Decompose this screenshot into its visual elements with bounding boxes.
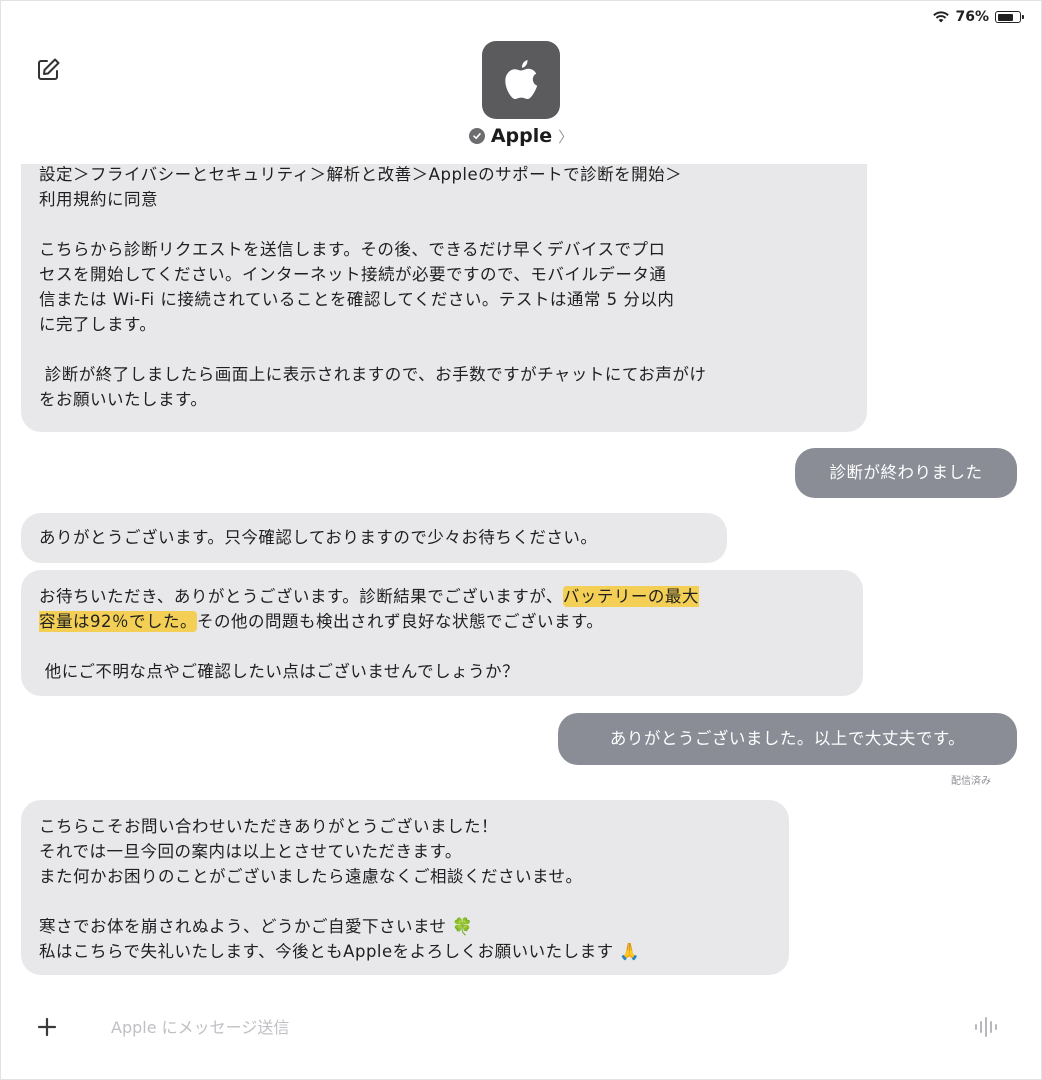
battery-percent: 76% xyxy=(955,9,989,25)
incoming-message: お待ちいただき、ありがとうございます。診断結果でございますが、バッテリーの最大 … xyxy=(21,570,863,696)
delivery-status: 配信済み xyxy=(951,776,991,787)
battery-icon xyxy=(995,11,1024,23)
apple-logo-icon xyxy=(505,60,538,100)
add-attachment-button[interactable] xyxy=(29,1009,65,1045)
input-bar xyxy=(1,997,1041,1059)
status-bar: 76% xyxy=(933,9,1024,25)
chevron-right-icon: 〉 xyxy=(558,127,574,146)
incoming-message: 設定＞フライバシーとセキュリティ＞解析と改善＞Appleのサポートで診断を開始＞… xyxy=(21,164,867,432)
outgoing-message: ありがとうございました。以上で大丈夫です。 xyxy=(558,713,1017,765)
conversation-header: Apple 〉 xyxy=(1,41,1041,147)
outgoing-message: 診断が終わりました xyxy=(795,448,1017,498)
waveform-icon[interactable] xyxy=(973,1015,999,1039)
incoming-message: こちらこそお問い合わせいただきありがとうございました！ それでは一旦今回の案内は… xyxy=(21,800,789,975)
message-text: お待ちいただき、ありがとうございます。診断結果でございますが、 xyxy=(39,587,563,606)
battery-level xyxy=(997,13,1014,21)
verified-badge-icon xyxy=(468,128,485,144)
message-input[interactable] xyxy=(91,1003,1011,1051)
message-list[interactable]: 設定＞フライバシーとセキュリティ＞解析と改善＞Appleのサポートで診断を開始＞… xyxy=(1,164,1041,994)
plus-icon xyxy=(37,1017,57,1037)
avatar[interactable] xyxy=(482,41,560,119)
incoming-message: ありがとうございます。只今確認しておりますので少々お待ちください。 xyxy=(21,513,727,563)
messages-window: 76% Apple 〉 設定＞フライバシーとセキュリティ＞解析と改善＞Apple… xyxy=(0,0,1042,1080)
contact-info-button[interactable]: Apple 〉 xyxy=(468,125,574,147)
wifi-icon xyxy=(933,11,950,23)
contact-name: Apple xyxy=(490,125,553,147)
